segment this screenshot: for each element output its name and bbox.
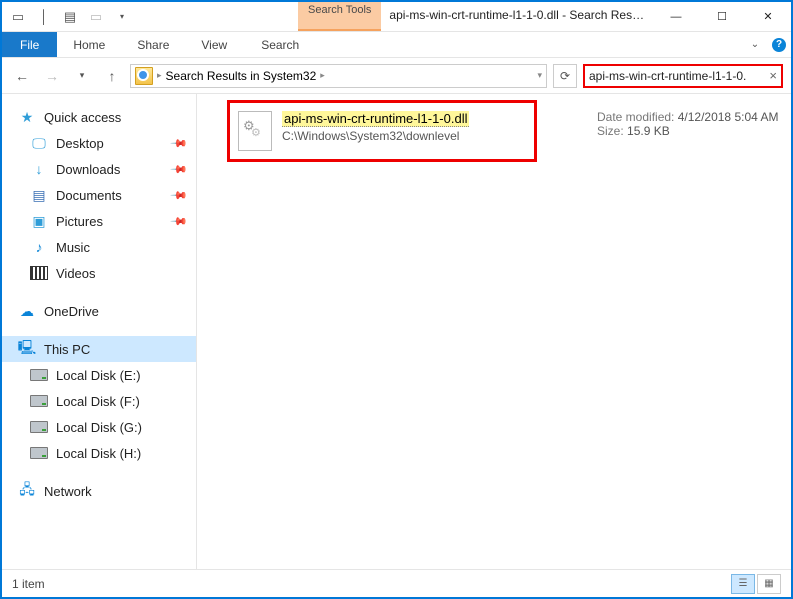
sidebar-item-documents[interactable]: ▤Documents📌 — [2, 182, 196, 208]
help-button[interactable]: ? — [767, 32, 791, 57]
recent-locations-button[interactable]: ▾ — [70, 64, 94, 88]
pc-icon: 🖳 — [18, 340, 36, 358]
result-filename: api-ms-win-crt-runtime-l1-1-0.dll — [282, 111, 469, 127]
minimize-button[interactable]: — — [653, 2, 699, 31]
pin-icon: 📌 — [170, 160, 189, 179]
drive-icon — [30, 395, 48, 407]
search-input[interactable]: api-ms-win-crt-runtime-l1-1-0. × — [583, 64, 783, 88]
sidebar-item-drive-h[interactable]: Local Disk (H:) — [2, 440, 196, 466]
details-view-button[interactable]: ☰ — [731, 574, 755, 594]
file-menu[interactable]: File — [2, 32, 57, 57]
sidebar-item-drive-f[interactable]: Local Disk (F:) — [2, 388, 196, 414]
tab-view[interactable]: View — [185, 32, 243, 57]
desktop-icon: 🖵 — [30, 134, 48, 152]
tab-search[interactable]: Search — [245, 32, 315, 57]
search-tools-contextual-tab[interactable]: Search Tools — [298, 2, 381, 31]
close-button[interactable]: ✕ — [745, 2, 791, 31]
address-bar[interactable]: ▸ Search Results in System32 ▸ ▾ — [130, 64, 547, 88]
search-input-value: api-ms-win-crt-runtime-l1-1-0. — [589, 69, 746, 83]
result-metadata: Date modified: 4/12/2018 5:04 AM Size: 1… — [597, 110, 778, 138]
search-result-item[interactable]: api-ms-win-crt-runtime-l1-1-0.dll C:\Win… — [227, 100, 537, 162]
cloud-icon: ☁ — [18, 302, 36, 320]
tab-home[interactable]: Home — [57, 32, 121, 57]
maximize-button[interactable]: ☐ — [699, 2, 745, 31]
tab-share[interactable]: Share — [121, 32, 185, 57]
sidebar-item-drive-e[interactable]: Local Disk (E:) — [2, 362, 196, 388]
refresh-button[interactable]: ⟳ — [553, 64, 577, 88]
sidebar-quick-access[interactable]: ★Quick access — [2, 104, 196, 130]
navigation-pane: ★Quick access 🖵Desktop📌 Downloads📌 ▤Docu… — [2, 94, 197, 569]
pin-icon: 📌 — [170, 186, 189, 205]
sidebar-item-drive-g[interactable]: Local Disk (G:) — [2, 414, 196, 440]
up-button[interactable]: ↑ — [100, 64, 124, 88]
chevron-right-icon: ▸ — [320, 70, 325, 81]
videos-icon — [30, 266, 48, 280]
window-title: api-ms-win-crt-runtime-l1-1-0.dll - Sear… — [381, 2, 653, 31]
network-icon: 🖧 — [18, 482, 36, 500]
sidebar-item-music[interactable]: ♪Music — [2, 234, 196, 260]
back-button[interactable]: ← — [10, 64, 34, 88]
pictures-icon: ▣ — [30, 212, 48, 230]
icons-view-button[interactable]: ▦ — [757, 574, 781, 594]
chevron-right-icon: ▸ — [157, 70, 162, 81]
sidebar-network[interactable]: 🖧Network — [2, 478, 196, 504]
explorer-icon: ▭ — [6, 5, 30, 29]
content-pane: api-ms-win-crt-runtime-l1-1-0.dll C:\Win… — [197, 94, 791, 569]
sidebar-this-pc[interactable]: 🖳This PC — [2, 336, 196, 362]
pin-icon: 📌 — [170, 212, 189, 231]
address-dropdown-icon[interactable]: ▾ — [537, 70, 542, 81]
pin-icon: 📌 — [170, 134, 189, 153]
sidebar-item-desktop[interactable]: 🖵Desktop📌 — [2, 130, 196, 156]
qat-separator: │ — [32, 5, 56, 29]
drive-icon — [30, 447, 48, 459]
sidebar-item-downloads[interactable]: Downloads📌 — [2, 156, 196, 182]
status-bar: 1 item ☰ ▦ — [2, 569, 791, 597]
sidebar-item-pictures[interactable]: ▣Pictures📌 — [2, 208, 196, 234]
new-folder-button[interactable]: ▭ — [84, 5, 108, 29]
dll-file-icon — [238, 111, 272, 151]
properties-button[interactable]: ▤ — [58, 5, 82, 29]
breadcrumb-segment[interactable]: Search Results in System32 — [166, 69, 317, 83]
sidebar-item-videos[interactable]: Videos — [2, 260, 196, 286]
item-count: 1 item — [12, 577, 45, 591]
expand-ribbon-button[interactable]: ⌄ — [743, 32, 767, 57]
sidebar-onedrive[interactable]: ☁OneDrive — [2, 298, 196, 324]
drive-icon — [30, 421, 48, 433]
star-icon: ★ — [18, 108, 36, 126]
documents-icon: ▤ — [30, 186, 48, 204]
drive-icon — [30, 369, 48, 381]
music-icon: ♪ — [30, 238, 48, 256]
downloads-icon — [30, 160, 48, 178]
search-folder-icon — [135, 67, 153, 85]
forward-button[interactable]: → — [40, 64, 64, 88]
clear-search-icon[interactable]: × — [769, 68, 777, 83]
qat-dropdown[interactable]: ▾ — [110, 5, 134, 29]
result-path: C:\Windows\System32\downlevel — [282, 129, 469, 143]
